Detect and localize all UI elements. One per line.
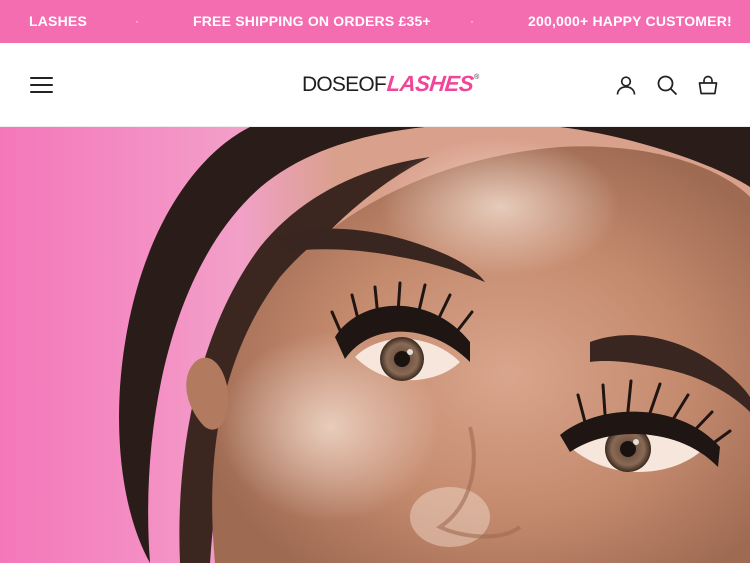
site-header: DOSEOF LASHES ® [0,43,750,127]
logo-text-dose: DOSEOF [302,73,387,96]
menu-icon[interactable] [30,77,53,94]
site-logo[interactable]: DOSEOF LASHES ® [302,71,479,97]
announcement-bar: LASHES · FREE SHIPPING ON ORDERS £35+ · … [0,0,750,43]
announcement-message: LASHES [29,13,87,29]
cart-icon[interactable] [697,74,719,96]
announcement-message: FREE SHIPPING ON ORDERS £35+ [193,13,431,29]
search-icon[interactable] [656,74,678,96]
account-icon[interactable] [615,74,637,96]
announcement-separator: · [470,14,474,28]
announcement-message: 200,000+ HAPPY CUSTOMER! [528,13,732,29]
logo-registered-mark: ® [474,74,480,81]
announcement-separator: · [135,14,139,28]
hero-banner[interactable] [0,127,750,563]
hero-image [119,127,750,563]
logo-text-lashes: LASHES [385,71,475,96]
